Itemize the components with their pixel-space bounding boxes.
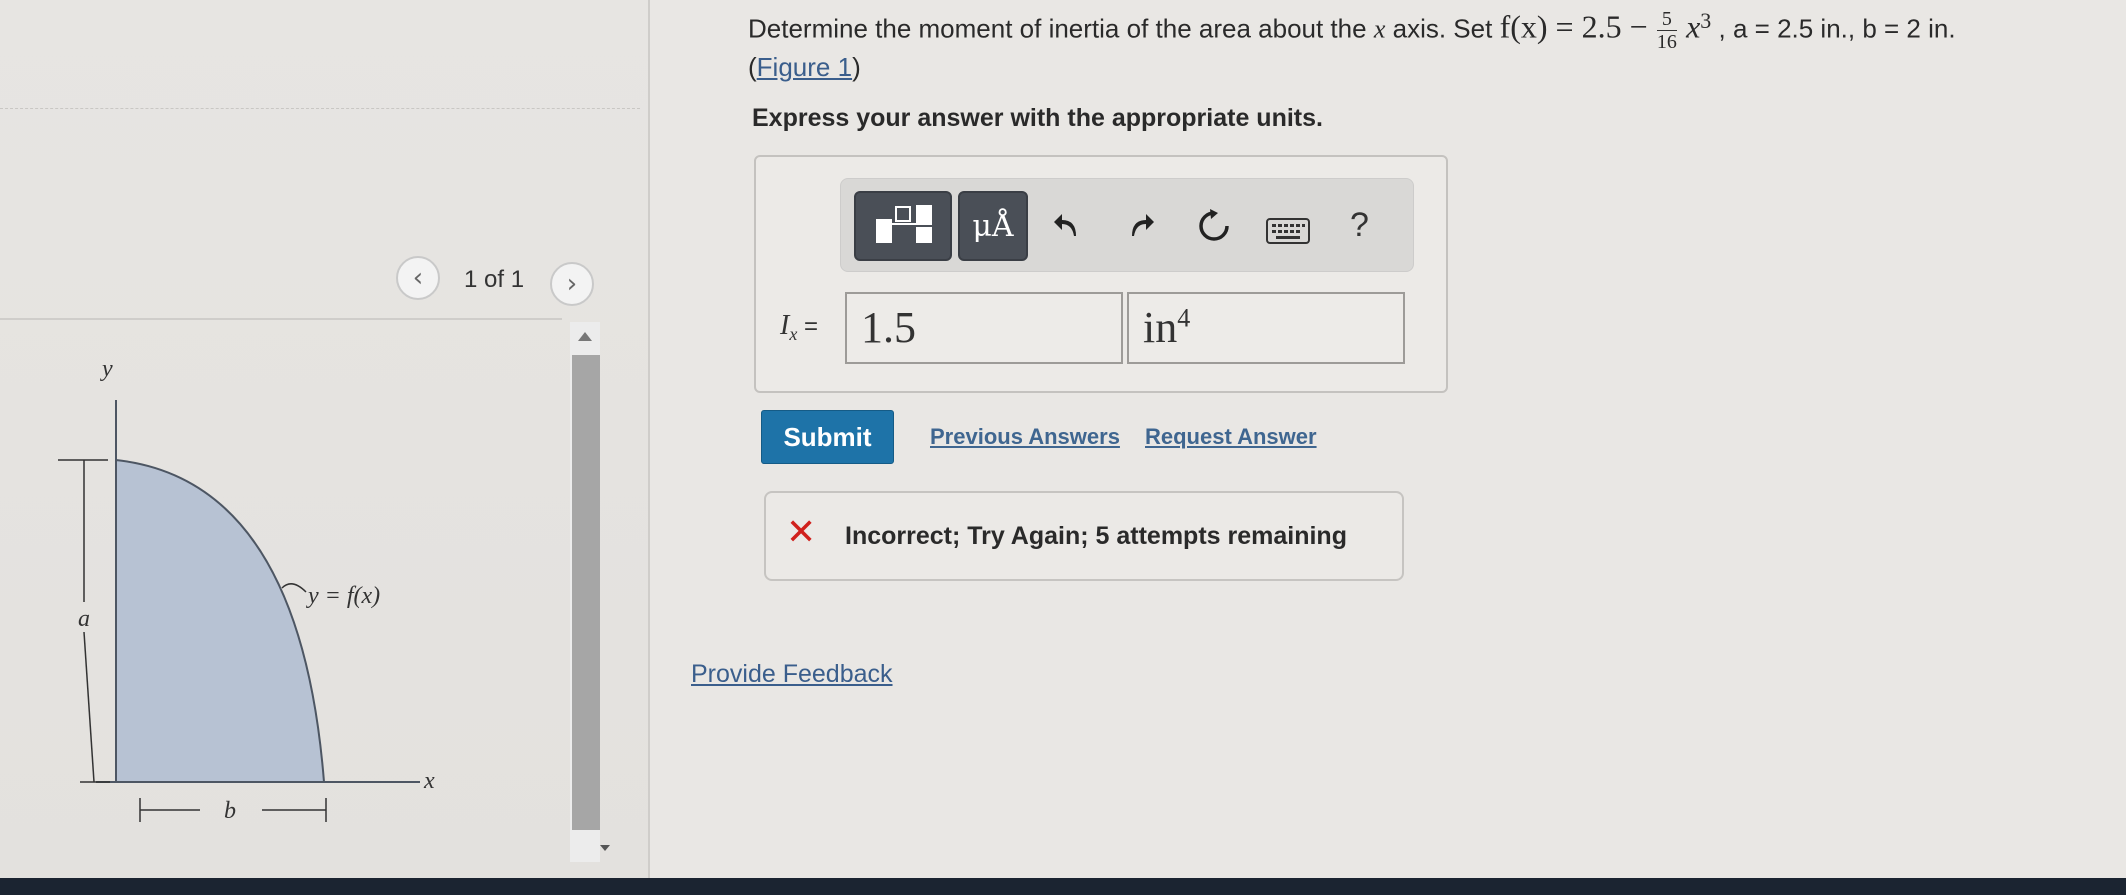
y-axis-label: y — [100, 356, 113, 382]
feedback-message: Incorrect; Try Again; 5 attempts remaini… — [845, 522, 1347, 550]
function-expression: f(x) = 2.5 − — [1499, 8, 1648, 45]
figure-link-line: (Figure 1) — [748, 52, 861, 82]
figure-link[interactable]: Figure 1 — [757, 52, 852, 82]
answer-label: Ix = — [780, 310, 818, 345]
question-text-part: Determine the moment of inertia of the a… — [748, 13, 1367, 44]
x-axis-label: x — [423, 768, 435, 794]
unit-text: in — [1143, 303, 1178, 352]
undo-button[interactable] — [1050, 208, 1084, 246]
question-text: Determine the moment of inertia of the a… — [748, 8, 1956, 53]
provide-feedback-link[interactable]: Provide Feedback — [691, 660, 893, 689]
answer-label-var: I — [780, 310, 790, 341]
dimension-b-label: b — [224, 798, 236, 824]
divider — [0, 108, 640, 109]
shaded-region — [115, 458, 326, 783]
error-x-icon: ✕ — [786, 512, 817, 553]
value-input[interactable]: 1.5 — [845, 292, 1123, 364]
answer-label-eq: = — [804, 313, 819, 340]
submit-button[interactable]: Submit — [761, 410, 894, 464]
fraction-numerator: 5 — [1656, 8, 1677, 32]
dimension-a-label: a — [78, 606, 90, 632]
redo-button[interactable] — [1124, 208, 1158, 246]
refresh-icon — [1199, 209, 1229, 241]
question-params: , a = 2.5 in., b = 2 in. — [1718, 13, 1956, 44]
templates-button[interactable] — [854, 191, 952, 261]
fraction-denominator: 16 — [1656, 31, 1677, 54]
keyboard-icon — [1266, 218, 1310, 244]
x-cubed-exponent: 3 — [1700, 8, 1712, 33]
undo-icon — [1054, 214, 1076, 236]
figure-frame: y x a b y = f(x) — [0, 318, 562, 882]
answer-label-sub: x — [789, 323, 798, 344]
curve-leader — [281, 583, 307, 593]
taskbar — [0, 878, 2126, 895]
redo-icon — [1132, 214, 1154, 236]
unit-exponent: 4 — [1177, 303, 1191, 333]
question-axis-var: x — [1373, 14, 1386, 44]
next-figure-button[interactable]: › — [550, 262, 594, 306]
templates-icon — [876, 205, 932, 243]
units-button[interactable]: μÅ — [958, 191, 1028, 261]
dim-a-line-bottom — [83, 631, 95, 783]
reset-button[interactable] — [1196, 208, 1232, 248]
scroll-up-icon[interactable] — [578, 332, 592, 341]
chevron-right-icon: › — [566, 269, 578, 299]
figure-pager-text: 1 of 1 — [464, 266, 525, 293]
chevron-left-icon: ‹ — [412, 263, 424, 293]
fraction: 5 16 — [1656, 8, 1677, 54]
previous-figure-button[interactable]: ‹ — [396, 256, 440, 300]
x-cubed-base: x — [1686, 8, 1701, 45]
scroll-down-icon[interactable] — [600, 845, 610, 851]
request-answer-link[interactable]: Request Answer — [1145, 424, 1317, 450]
scrollbar-thumb[interactable] — [572, 355, 600, 830]
figure-diagram: y x a b y = f(x) — [58, 356, 435, 824]
question-text-part: axis. Set — [1392, 13, 1493, 44]
previous-answers-link[interactable]: Previous Answers — [930, 424, 1120, 450]
help-button[interactable]: ? — [1350, 206, 1369, 245]
keyboard-button[interactable] — [1266, 218, 1310, 248]
units-input[interactable]: in4 — [1127, 292, 1405, 364]
instruction-text: Express your answer with the appropriate… — [752, 104, 1323, 132]
curve-label: y = f(x) — [306, 583, 380, 609]
units-icon: μÅ — [972, 208, 1014, 244]
